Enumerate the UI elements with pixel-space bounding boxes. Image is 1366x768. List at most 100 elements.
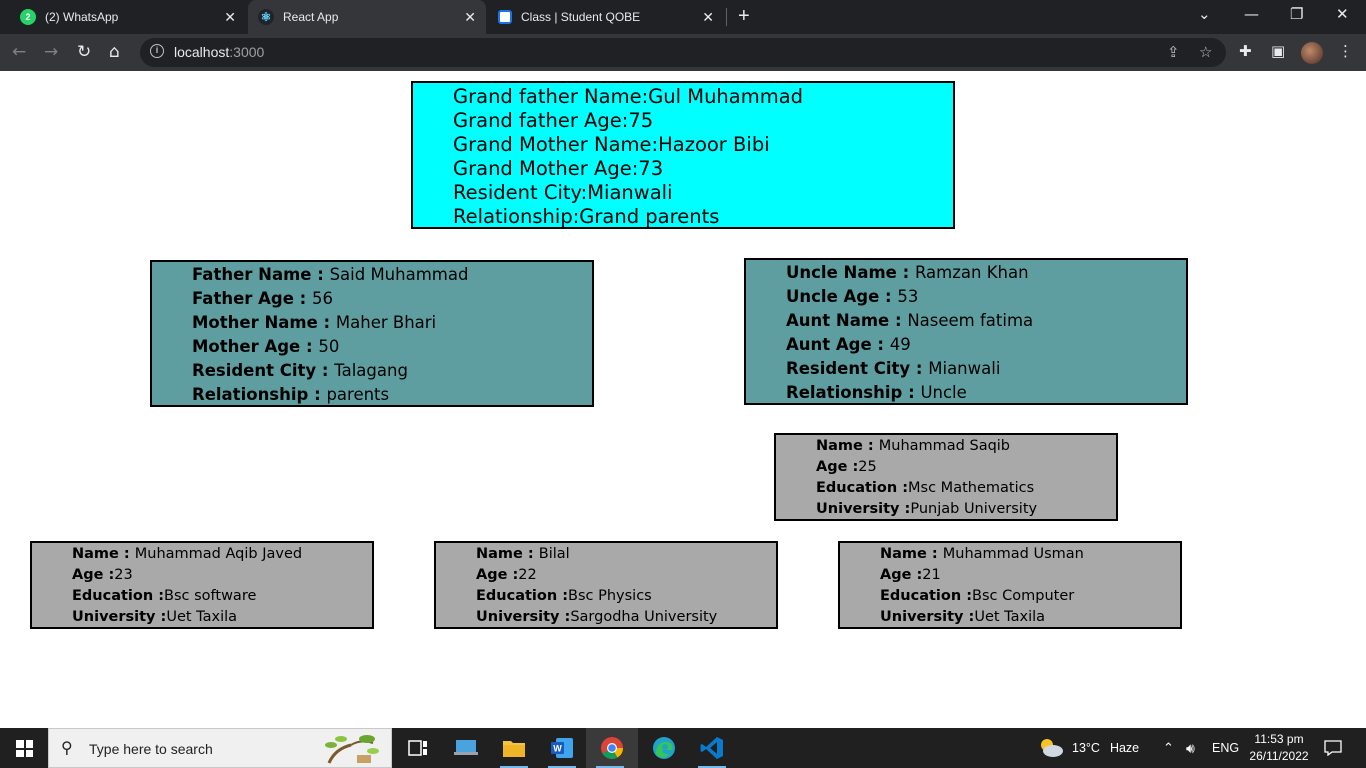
line-value: Grand parents <box>579 205 720 228</box>
close-tab-icon[interactable]: ✕ <box>702 9 714 26</box>
minimize-icon[interactable]: — <box>1244 5 1259 23</box>
taskbar-search-box[interactable]: ⚲ Type here to search <box>48 728 392 768</box>
line-value: Uncle <box>920 383 967 402</box>
card-line: Name : Bilal <box>476 544 776 565</box>
file-explorer-icon[interactable] <box>490 728 538 768</box>
card-line: Education :Msc Mathematics <box>816 478 1116 499</box>
card-line: Age :25 <box>816 457 1116 478</box>
child-card-aqib: Name : Muhammad Aqib Javed Age :23 Educa… <box>30 541 374 629</box>
line-value: Bsc software <box>164 588 257 604</box>
menu-kebab-icon[interactable]: ⋮ <box>1338 42 1353 60</box>
line-value: Naseem fatima <box>907 311 1034 330</box>
weather-temperature: 13°C <box>1072 741 1100 755</box>
language-indicator[interactable]: ENG <box>1212 728 1239 768</box>
forward-icon[interactable]: → <box>44 42 58 62</box>
card-line: Mother Name : Maher Bhari <box>192 311 592 335</box>
line-value: Gul Muhammad <box>648 85 804 108</box>
side-panel-icon[interactable]: ▣ <box>1271 42 1285 60</box>
qobe-icon <box>498 10 512 24</box>
weather-widget[interactable]: 13°C Haze <box>1038 728 1139 768</box>
line-value: Bilal <box>538 546 570 562</box>
tab-class-student-qobe[interactable]: Class | Student QOBE ✕ <box>488 0 724 34</box>
card-line: Grand Mother Age:73 <box>453 157 953 181</box>
tab-whatsapp[interactable]: 2 (2) WhatsApp ✕ <box>10 0 246 34</box>
line-value: Muhammad Aqib Javed <box>134 546 303 562</box>
line-value: 53 <box>897 287 919 306</box>
line-label: Age : <box>72 567 115 583</box>
browser-toolbar: ← → ↻ ⌂ i localhost:3000 ⇪ ☆ ✚ ▣ ⋮ <box>0 34 1366 71</box>
volume-icon[interactable]: 🔊︎ <box>1186 728 1195 768</box>
url-port: :3000 <box>229 44 265 60</box>
line-value: Punjab University <box>910 501 1038 517</box>
line-label: Uncle Name : <box>786 263 915 282</box>
tab-divider <box>726 8 727 26</box>
extensions-icon[interactable]: ✚ <box>1239 42 1252 60</box>
home-icon[interactable]: ⌂ <box>109 42 120 62</box>
line-value: Maher Bhari <box>335 313 437 332</box>
restore-icon[interactable]: ❐ <box>1290 5 1303 23</box>
line-label: Resident City: <box>453 181 588 204</box>
card-line: Relationship:Grand parents <box>453 205 953 229</box>
line-value: 56 <box>312 289 334 308</box>
line-label: University : <box>476 609 571 625</box>
new-tab-button[interactable]: + <box>738 5 750 28</box>
card-line: Grand father Age:75 <box>453 109 953 133</box>
vscode-icon[interactable] <box>688 728 736 768</box>
microsoft-word-icon[interactable]: W <box>538 728 586 768</box>
line-label: Father Name : <box>192 265 330 284</box>
svg-text:W: W <box>553 744 562 754</box>
file-explorer-network-icon[interactable] <box>442 728 490 768</box>
tab-title: (2) WhatsApp <box>45 10 119 24</box>
line-value: Uet Taxila <box>974 609 1046 625</box>
task-view-icon[interactable] <box>394 728 442 768</box>
line-value: Mianwali <box>587 181 673 204</box>
line-value: Muhammad Usman <box>942 546 1084 562</box>
line-value: Bsc Physics <box>568 588 652 604</box>
line-label: Resident City : <box>786 359 929 378</box>
card-line: Relationship : parents <box>192 383 592 407</box>
browser-tab-strip: 2 (2) WhatsApp ✕ ⚛ React App ✕ Class | S… <box>0 0 1366 34</box>
line-value: Ramzan Khan <box>914 263 1029 282</box>
line-value: 49 <box>889 335 911 354</box>
edge-icon[interactable] <box>640 728 688 768</box>
card-line: University :Uet Taxila <box>72 607 372 628</box>
close-tab-icon[interactable]: ✕ <box>224 9 236 26</box>
notification-center-icon[interactable] <box>1324 728 1342 768</box>
line-value: 22 <box>518 567 537 583</box>
bookmark-star-icon[interactable]: ☆ <box>1199 43 1212 61</box>
show-hidden-icons-chevron-icon[interactable]: ⌃ <box>1163 728 1174 768</box>
site-info-icon[interactable]: i <box>150 44 164 58</box>
tab-search-icon[interactable]: ⌄ <box>1198 5 1211 23</box>
tab-react-app[interactable]: ⚛ React App ✕ <box>248 0 486 34</box>
card-line: Father Name : Said Muhammad <box>192 263 592 287</box>
close-window-icon[interactable]: ✕ <box>1336 5 1349 23</box>
profile-avatar[interactable] <box>1301 42 1323 64</box>
line-label: Age : <box>816 459 859 475</box>
close-tab-icon[interactable]: ✕ <box>464 9 476 26</box>
line-label: Education : <box>476 588 569 604</box>
line-value: Hazoor Bibi <box>658 133 770 156</box>
reload-icon[interactable]: ↻ <box>77 42 91 62</box>
line-value: 21 <box>922 567 941 583</box>
chrome-icon[interactable] <box>586 728 638 768</box>
line-label: University : <box>816 501 911 517</box>
taskbar-clock[interactable]: 11:53 pm 26/11/2022 <box>1244 731 1314 765</box>
line-label: Aunt Name : <box>786 311 908 330</box>
windows-start-icon[interactable] <box>16 740 33 757</box>
card-line: Education :Bsc software <box>72 586 372 607</box>
cousin-card: Name : Muhammad Saqib Age :25 Education … <box>774 433 1118 521</box>
url-text[interactable]: localhost:3000 <box>174 44 264 60</box>
card-line: Resident City:Mianwali <box>453 181 953 205</box>
card-line: Age :22 <box>476 565 776 586</box>
back-icon[interactable]: ← <box>12 42 26 62</box>
line-label: Father Age : <box>192 289 313 308</box>
line-value: 73 <box>638 157 664 180</box>
card-line: Name : Muhammad Aqib Javed <box>72 544 372 565</box>
windows-taskbar: ⚲ Type here to search W 13°C Haze ⌃ 🔊︎ E… <box>0 728 1366 768</box>
share-icon[interactable]: ⇪ <box>1167 43 1180 61</box>
card-line: Mother Age : 50 <box>192 335 592 359</box>
uncle-card: Uncle Name : Ramzan Khan Uncle Age : 53 … <box>744 258 1188 405</box>
address-bar[interactable]: i localhost:3000 ⇪ ☆ <box>140 38 1226 67</box>
card-line: Father Age : 56 <box>192 287 592 311</box>
line-value: 23 <box>114 567 133 583</box>
